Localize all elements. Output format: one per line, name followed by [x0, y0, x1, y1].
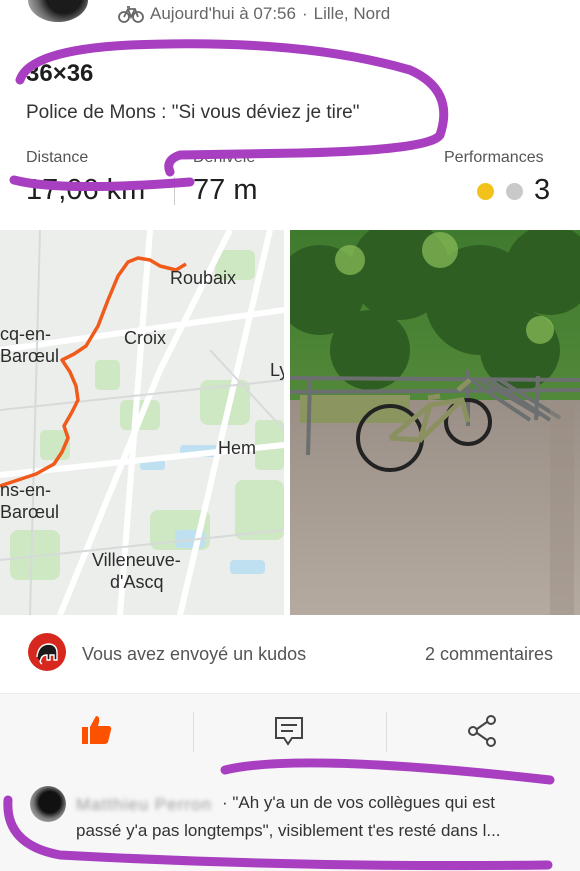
activity-meta: Aujourd'hui à 07:56 · Lille, Nord	[118, 4, 390, 24]
comments-count[interactable]: 2 commentaires	[425, 644, 553, 665]
commenter-avatar[interactable]	[30, 786, 66, 822]
map-label: Ly	[270, 360, 284, 380]
map-label: cq-en-	[0, 324, 51, 344]
comment-icon	[275, 717, 303, 746]
silver-medal-icon	[506, 183, 523, 200]
share-button[interactable]	[465, 714, 499, 753]
map-label: Croix	[124, 328, 166, 348]
commenter-name[interactable]: Matthieu Perron	[76, 795, 212, 815]
performances-label: Performances	[444, 149, 544, 166]
kudos-button[interactable]	[78, 711, 114, 752]
action-divider	[386, 712, 387, 752]
activity-description: Police de Mons : "Si vous déviez je tire…	[26, 102, 360, 123]
elevation-label: Dénivelé	[193, 149, 256, 166]
map-label: ns-en-	[0, 480, 51, 500]
activity-title[interactable]: 36×36	[26, 60, 93, 88]
stat-divider	[174, 177, 175, 205]
map-label: Villeneuve-	[92, 550, 181, 570]
comment-text-line1: · "Ah y'a un de vos collègues qui est	[222, 793, 495, 812]
distance-value: 17,06 km	[26, 174, 146, 206]
gold-medal-icon	[477, 183, 494, 200]
mammoth-icon[interactable]	[28, 633, 66, 671]
map-label: Barœul	[0, 346, 59, 366]
map-label: Hem	[218, 438, 256, 458]
map-label: Barœul	[0, 502, 59, 522]
comment-text-line2: passé y'a pas longtemps", visiblement t'…	[76, 821, 501, 840]
activity-timestamp: Aujourd'hui à 07:56	[150, 4, 296, 23]
meta-separator: ·	[301, 4, 308, 23]
kudos-status[interactable]: Vous avez envoyé un kudos	[82, 644, 306, 665]
elevation-value: 77 m	[193, 174, 258, 206]
performances-value: 3	[534, 174, 551, 206]
map-label: Roubaix	[170, 268, 236, 288]
thumbs-up-icon	[82, 716, 112, 744]
distance-label: Distance	[26, 149, 89, 166]
activity-location: Lille, Nord	[313, 4, 391, 23]
share-icon	[468, 715, 496, 747]
bike-icon	[118, 6, 144, 23]
athlete-avatar[interactable]	[28, 0, 88, 22]
map-label: d'Ascq	[110, 572, 163, 592]
action-divider	[193, 712, 194, 752]
route-map[interactable]: Roubaix Croix Hem Villeneuve- d'Ascq cq-…	[0, 230, 284, 615]
activity-photo[interactable]	[290, 230, 580, 615]
comment-button[interactable]	[272, 714, 306, 753]
